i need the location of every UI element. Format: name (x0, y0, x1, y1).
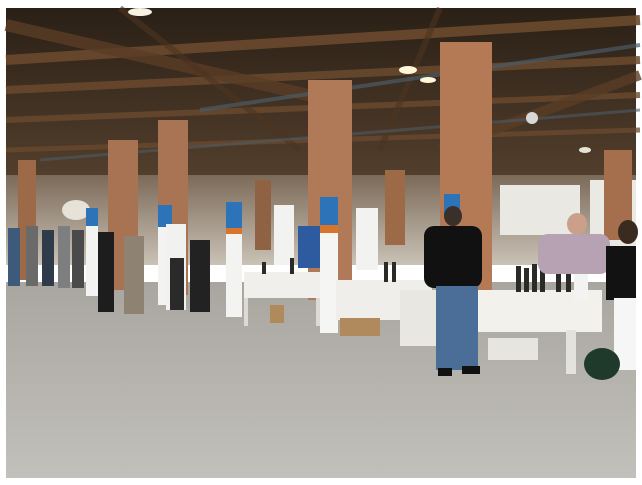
green-bag (584, 348, 620, 380)
exhibition-hall-photo (0, 0, 642, 485)
